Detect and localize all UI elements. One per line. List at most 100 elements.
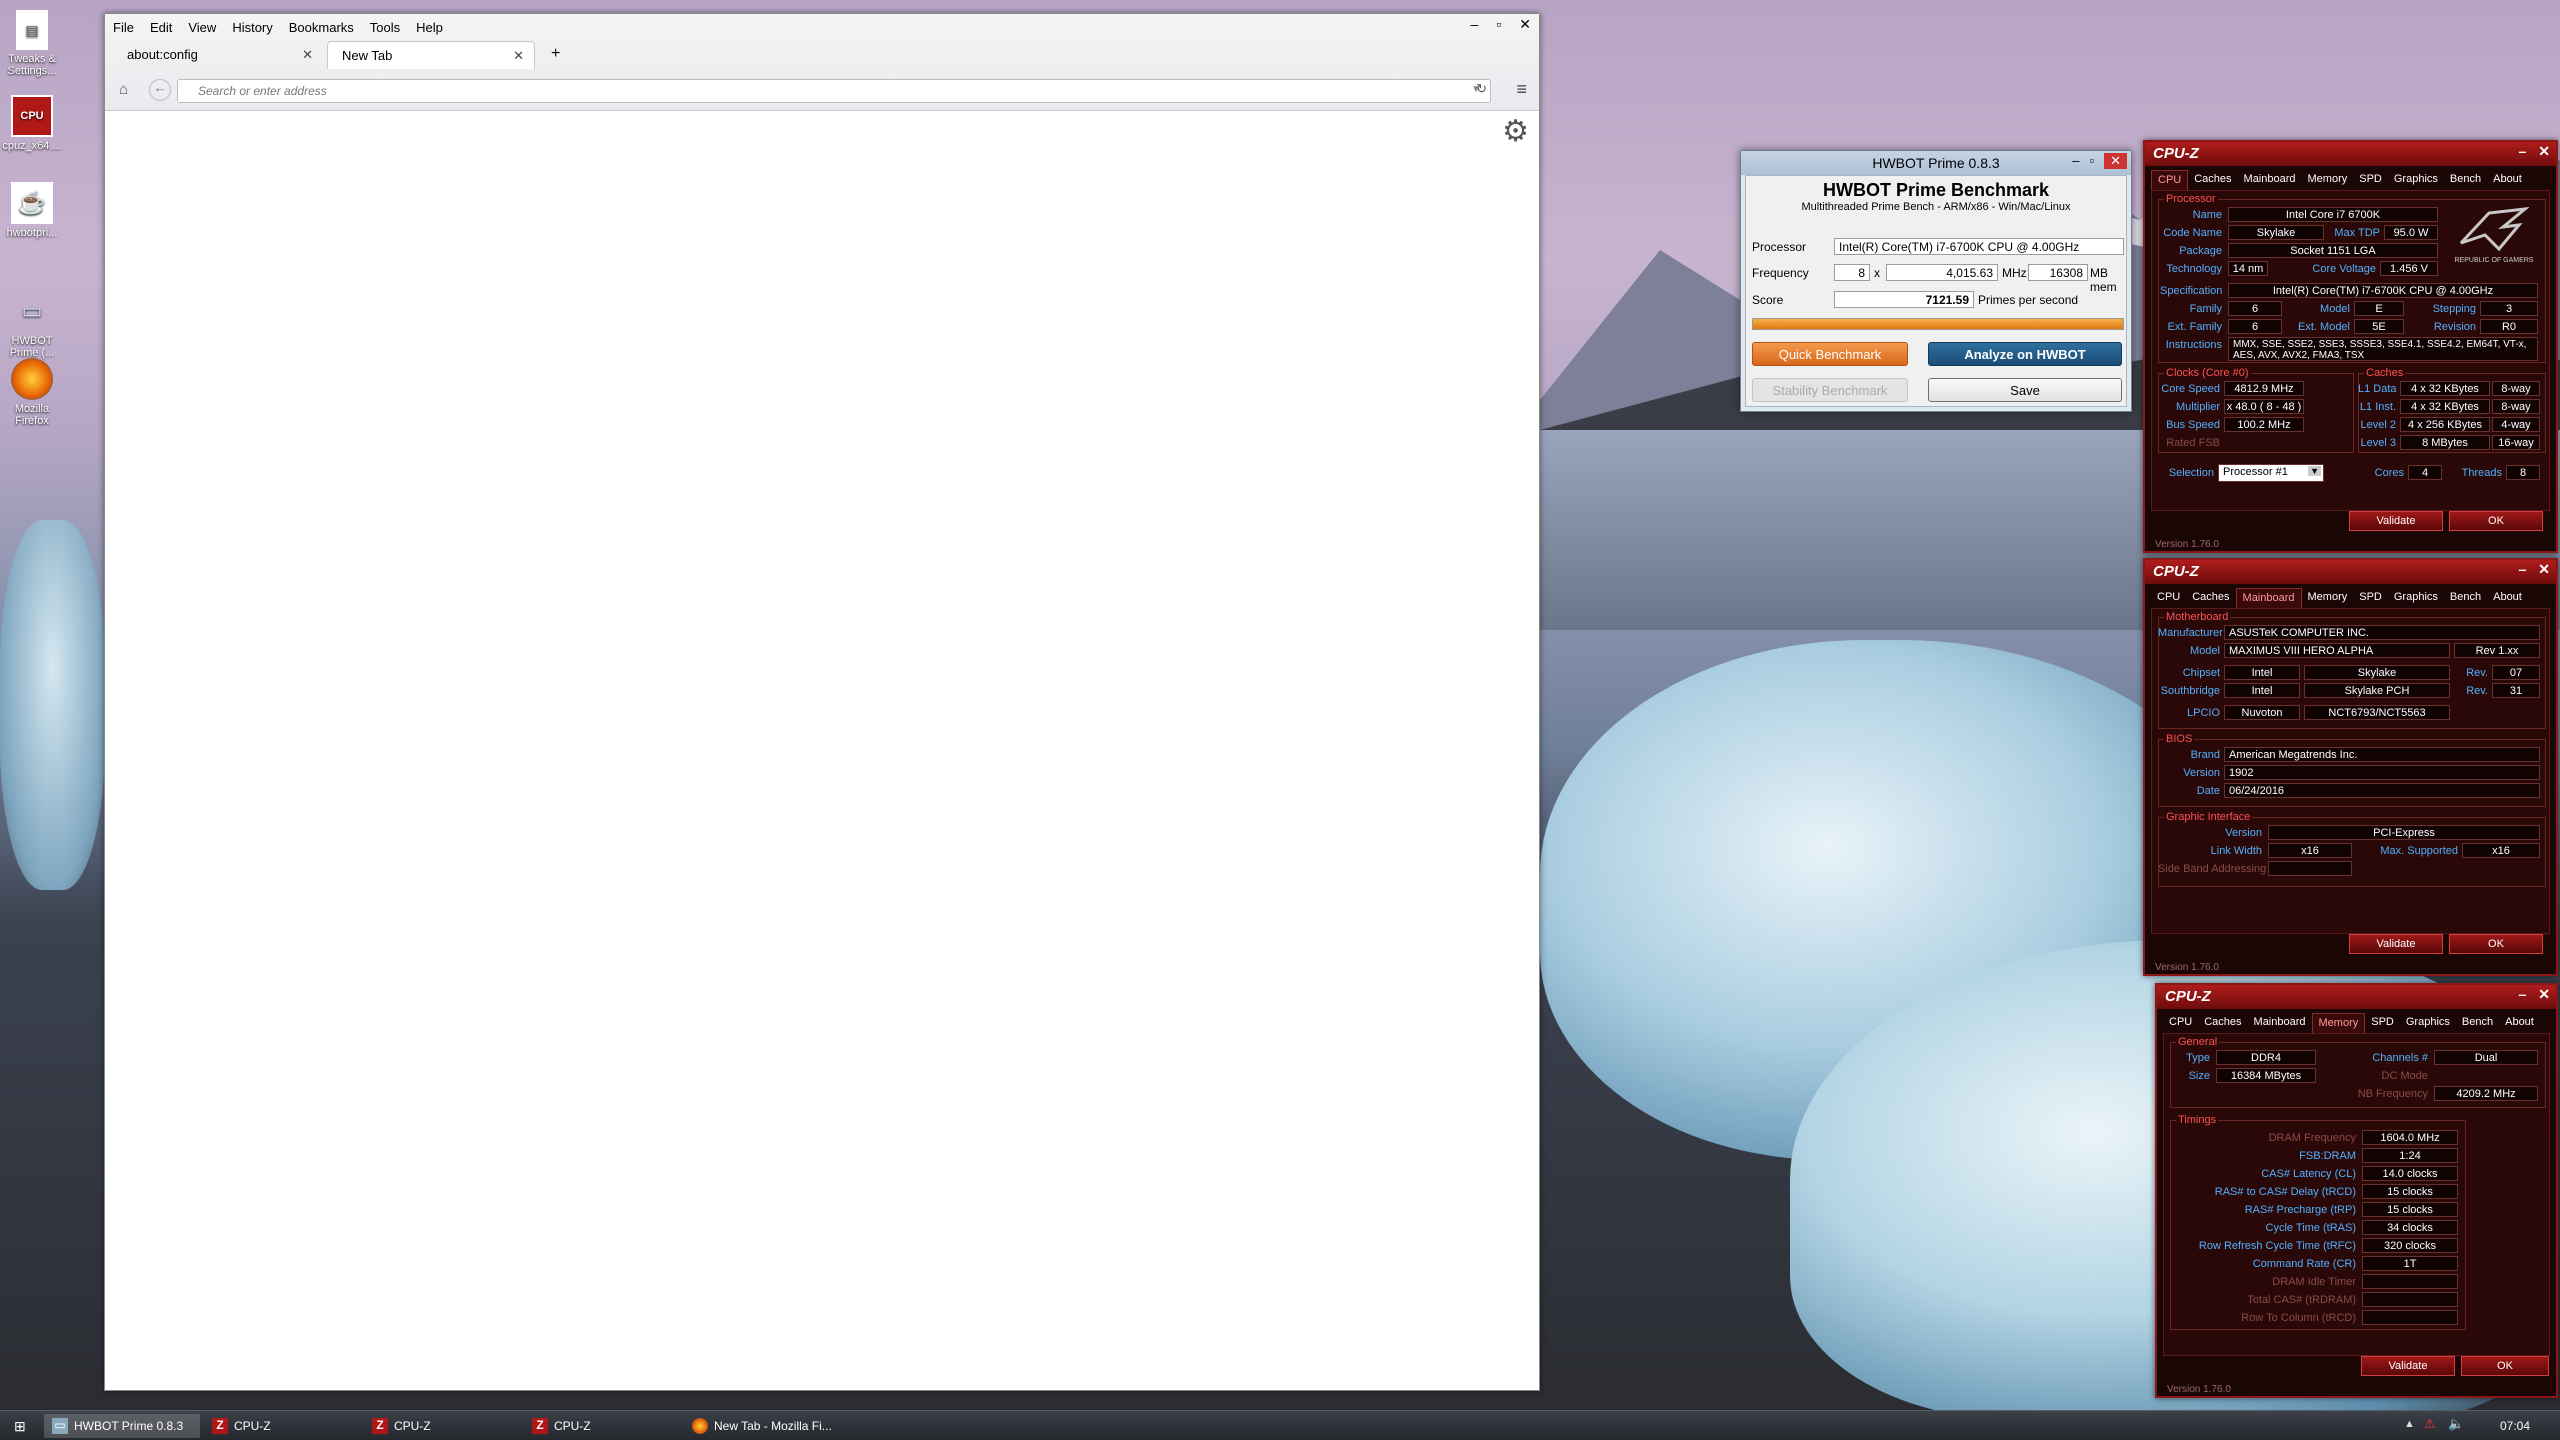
new-tab-button[interactable]: + bbox=[543, 41, 573, 69]
tray-expand-icon[interactable]: ▲ bbox=[2404, 1418, 2415, 1430]
menu-edit[interactable]: Edit bbox=[150, 20, 172, 35]
tab-about[interactable]: About bbox=[2499, 1013, 2540, 1033]
tab-memory[interactable]: Memory bbox=[2311, 1013, 2366, 1033]
reload-icon[interactable]: ↻ bbox=[1476, 81, 1487, 97]
taskbar-item-firefox[interactable]: New Tab - Mozilla Fi... bbox=[684, 1414, 840, 1438]
desktop-icon-cpuz[interactable]: CPU cpuz_x64.... bbox=[0, 95, 64, 152]
validate-button[interactable]: Validate bbox=[2361, 1356, 2455, 1376]
mem-field: 16308 bbox=[2028, 264, 2088, 281]
score-unit: Primes per second bbox=[1978, 293, 2079, 307]
tray-app-icon[interactable]: ⚠ bbox=[2424, 1416, 2436, 1432]
timing-label: Row Refresh Cycle Time (tRFC) bbox=[2198, 1240, 2356, 1252]
tab-spd[interactable]: SPD bbox=[2365, 1013, 2400, 1033]
tab-mainboard[interactable]: Mainboard bbox=[2238, 170, 2302, 190]
analyze-button[interactable]: Analyze on HWBOT bbox=[1928, 342, 2122, 366]
tab-graphics[interactable]: Graphics bbox=[2388, 588, 2444, 608]
back-icon[interactable]: ← bbox=[149, 79, 171, 101]
close-icon[interactable]: ✕ bbox=[1519, 16, 1531, 33]
firefox-window: File Edit View History Bookmarks Tools H… bbox=[104, 13, 1540, 1391]
taskbar-item-hwbot[interactable]: ▭ HWBOT Prime 0.8.3 bbox=[44, 1414, 200, 1438]
close-icon[interactable]: ✕ bbox=[2538, 986, 2550, 1003]
maximize-icon[interactable]: ▫ bbox=[1496, 16, 1501, 33]
tab-cpu[interactable]: CPU bbox=[2151, 170, 2189, 190]
tab-mainboard[interactable]: Mainboard bbox=[2235, 588, 2302, 608]
close-icon[interactable]: ✕ bbox=[2538, 561, 2550, 578]
key-label: Family bbox=[2189, 303, 2222, 315]
key-label: DC Mode bbox=[2381, 1070, 2428, 1082]
tab-memory[interactable]: Memory bbox=[2302, 170, 2354, 190]
rog-eye-icon bbox=[2459, 206, 2530, 252]
speaker-icon[interactable]: 🔈 bbox=[2448, 1416, 2464, 1432]
taskbar-item-cpuz[interactable]: Z CPU-Z bbox=[204, 1414, 360, 1438]
desktop-icon-hwbotprime[interactable]: ☕ hwbotpri... bbox=[0, 182, 64, 239]
cores: 4 bbox=[2408, 465, 2442, 480]
clock[interactable]: 07:04 bbox=[2500, 1419, 2530, 1433]
tab-graphics[interactable]: Graphics bbox=[2400, 1013, 2456, 1033]
desktop-icon-firefox[interactable]: Mozilla Firefox bbox=[0, 358, 64, 427]
tab-bench[interactable]: Bench bbox=[2456, 1013, 2499, 1033]
key-label: Southbridge bbox=[2160, 685, 2220, 697]
cpuz-titlebar: CPU-Z – ✕ bbox=[2145, 560, 2556, 584]
menu-bookmarks[interactable]: Bookmarks bbox=[289, 20, 354, 35]
tab-cpu[interactable]: CPU bbox=[2151, 588, 2186, 608]
url-input[interactable]: Search or enter address bbox=[177, 79, 1491, 103]
tab-caches[interactable]: Caches bbox=[2198, 1013, 2247, 1033]
timing-label: Row To Column (tRCD) bbox=[2241, 1312, 2356, 1324]
key-label: Rev. bbox=[2466, 685, 2488, 697]
taskbar-item-cpuz[interactable]: Z CPU-Z bbox=[364, 1414, 520, 1438]
ok-button[interactable]: OK bbox=[2449, 511, 2543, 531]
gear-icon[interactable]: ⚙ bbox=[1502, 114, 1529, 149]
tab-new-tab[interactable]: New Tab ✕ bbox=[327, 41, 535, 69]
minimize-icon[interactable]: – bbox=[1471, 16, 1479, 33]
processor-select[interactable]: Processor #1 ▼ bbox=[2218, 464, 2324, 482]
validate-button[interactable]: Validate bbox=[2349, 511, 2443, 531]
tab-about-config[interactable]: about:config ✕ bbox=[113, 41, 323, 69]
taskbar-item-cpuz[interactable]: Z CPU-Z bbox=[524, 1414, 680, 1438]
threads-field: 8 bbox=[1834, 264, 1870, 281]
tab-about[interactable]: About bbox=[2487, 588, 2528, 608]
tab-caches[interactable]: Caches bbox=[2188, 170, 2237, 190]
l1-data-ways: 8-way bbox=[2492, 381, 2540, 396]
minimize-icon[interactable]: – bbox=[2518, 561, 2526, 578]
key-label: Name bbox=[2192, 209, 2222, 221]
key-label: Technology bbox=[2166, 263, 2222, 275]
menu-tools[interactable]: Tools bbox=[370, 20, 400, 35]
quick-benchmark-button[interactable]: Quick Benchmark bbox=[1752, 342, 1908, 366]
close-tab-icon[interactable]: ✕ bbox=[302, 47, 313, 63]
ok-button[interactable]: OK bbox=[2461, 1356, 2549, 1376]
close-tab-icon[interactable]: ✕ bbox=[513, 48, 524, 64]
tab-bench[interactable]: Bench bbox=[2444, 588, 2487, 608]
menu-file[interactable]: File bbox=[113, 20, 134, 35]
minimize-icon[interactable]: – bbox=[2518, 986, 2526, 1003]
tab-spd[interactable]: SPD bbox=[2353, 170, 2388, 190]
tab-graphics[interactable]: Graphics bbox=[2388, 170, 2444, 190]
document-icon: ▤ bbox=[16, 10, 48, 50]
tab-caches[interactable]: Caches bbox=[2186, 588, 2235, 608]
menu-history[interactable]: History bbox=[232, 20, 272, 35]
home-icon[interactable]: ⌂ bbox=[119, 81, 128, 98]
tab-mainboard[interactable]: Mainboard bbox=[2248, 1013, 2312, 1033]
tab-spd[interactable]: SPD bbox=[2353, 588, 2388, 608]
stability-benchmark-button[interactable]: Stability Benchmark bbox=[1752, 378, 1908, 402]
minimize-icon[interactable]: – bbox=[2072, 153, 2079, 169]
tab-cpu[interactable]: CPU bbox=[2163, 1013, 2198, 1033]
close-icon[interactable]: ✕ bbox=[2538, 143, 2550, 160]
close-icon[interactable]: ✕ bbox=[2104, 153, 2127, 169]
maximize-icon[interactable]: ▫ bbox=[2089, 153, 2094, 169]
tab-about[interactable]: About bbox=[2487, 170, 2528, 190]
tab-memory[interactable]: Memory bbox=[2302, 588, 2354, 608]
minimize-icon[interactable]: – bbox=[2518, 143, 2526, 160]
menu-view[interactable]: View bbox=[188, 20, 216, 35]
tab-bench[interactable]: Bench bbox=[2444, 170, 2487, 190]
key-label: Bus Speed bbox=[2166, 419, 2220, 431]
hamburger-menu-icon[interactable]: ≡ bbox=[1516, 79, 1527, 100]
desktop-icon-tweaks[interactable]: ▤ Tweaks & Settings... bbox=[0, 10, 64, 77]
timing-label: CAS# Latency (CL) bbox=[2261, 1168, 2356, 1180]
save-button[interactable]: Save bbox=[1928, 378, 2122, 402]
desktop-icon-hwbot[interactable]: ▭ HWBOT Prime (... bbox=[0, 290, 64, 359]
ok-button[interactable]: OK bbox=[2449, 934, 2543, 954]
key-label: Rated FSB bbox=[2166, 437, 2220, 449]
start-button[interactable]: ⊞ bbox=[4, 1414, 38, 1438]
menu-help[interactable]: Help bbox=[416, 20, 443, 35]
validate-button[interactable]: Validate bbox=[2349, 934, 2443, 954]
